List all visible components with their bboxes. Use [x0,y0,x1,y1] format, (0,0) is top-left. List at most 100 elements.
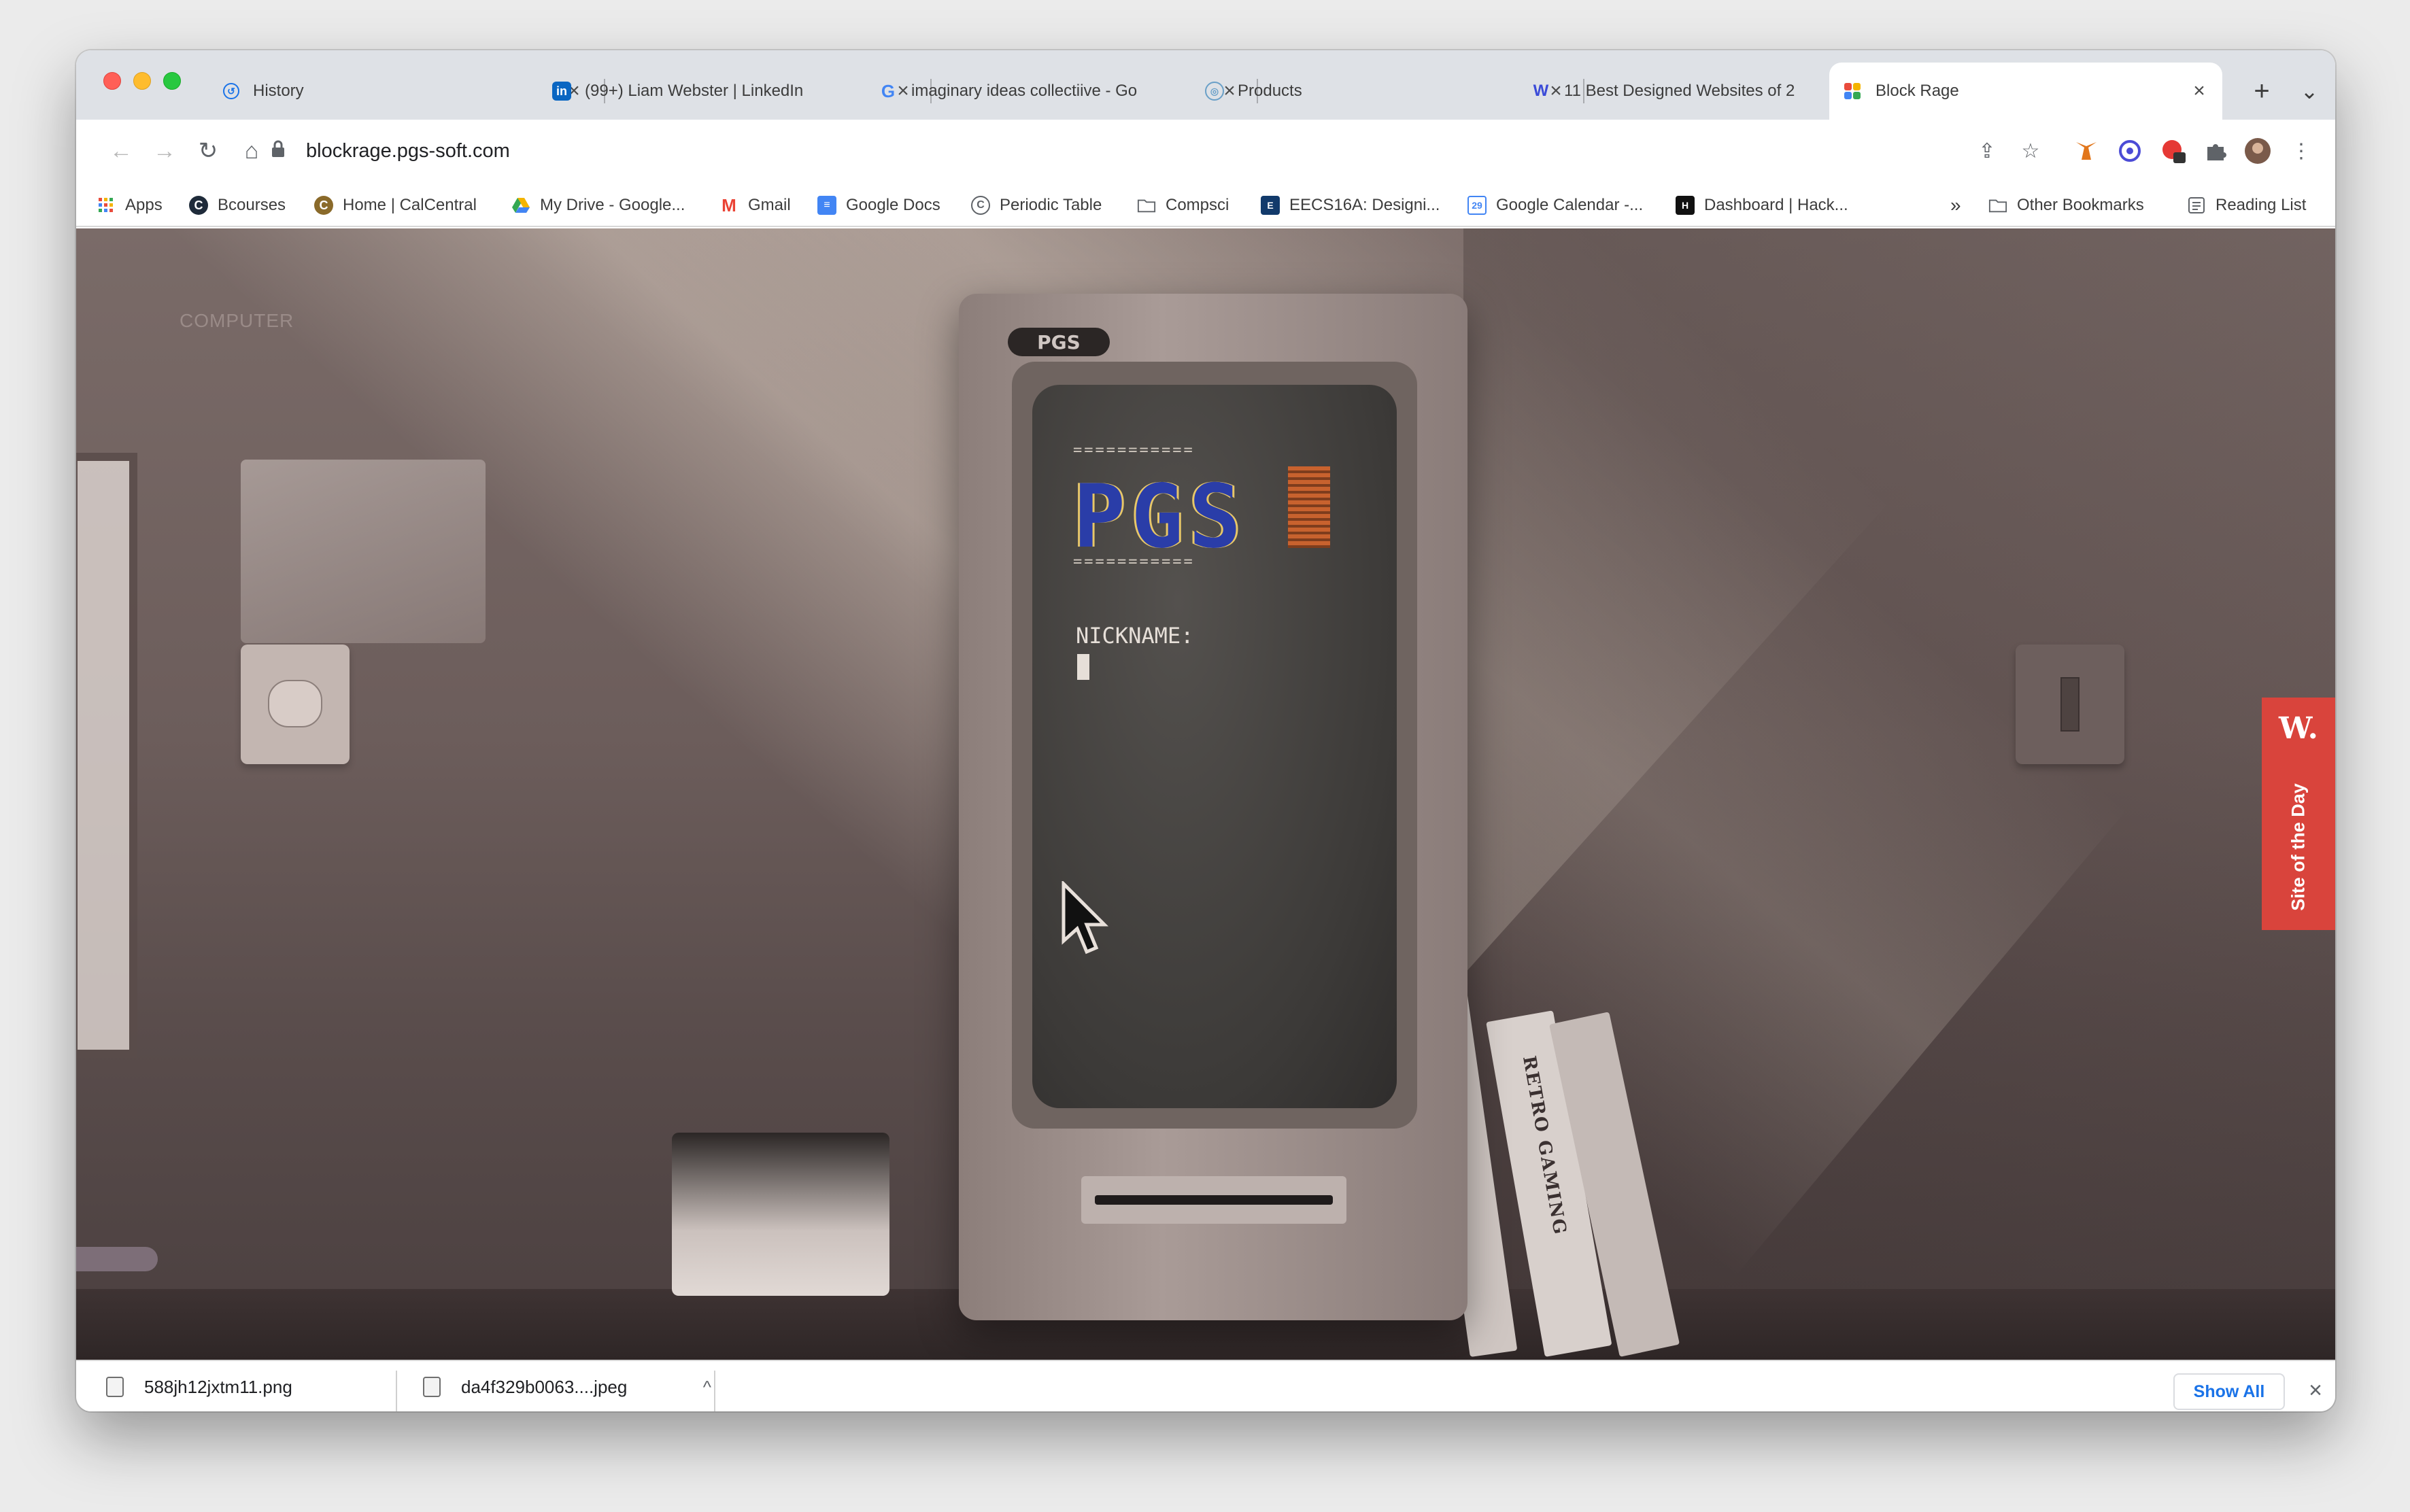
download-item[interactable]: 588jh12jxtm11.png ^ [106,1361,460,1411]
extension-circle-icon[interactable] [2116,137,2143,165]
monitor-bezel: =========== PGS =========== NICKNAME: [1012,362,1417,1129]
floppy-tray [672,1133,889,1296]
power-outlet [241,645,350,764]
wall-drawing [241,460,486,643]
crt-screen[interactable]: =========== PGS =========== NICKNAME: [1032,385,1397,1108]
google-calendar-icon: 29 [1467,196,1487,215]
tab-strip: ↺ History × in (99+) Liam Webster | Link… [76,50,2335,120]
browser-menu-icon[interactable]: ⋮ [2288,137,2315,165]
computer-label: COMPUTER [180,310,294,331]
download-filename: 588jh12jxtm11.png [144,1376,292,1397]
bookmark-label: Gmail [748,196,791,214]
bookmark-label: Bcourses [218,196,286,214]
folder-icon [1988,196,2007,215]
bookmark-apps[interactable]: Apps [97,192,163,219]
tab-title: Block Rage [1876,82,1959,100]
bookmark-label: Dashboard | Hack... [1704,196,1848,214]
bcourses-icon: C [189,196,208,215]
bookmark-other-bookmarks[interactable]: Other Bookmarks [1988,192,2144,219]
bookmark-label: Reading List [2216,196,2307,214]
url-text: blockrage.pgs-soft.com [306,139,510,162]
file-icon [423,1377,441,1397]
block-rage-icon [1843,82,1862,101]
nickname-input[interactable] [1077,654,1089,680]
new-tab-button[interactable]: + [2241,63,2282,120]
bookmark-bcourses[interactable]: C Bcourses [189,192,286,219]
home-button[interactable]: ⌂ [234,133,269,169]
bookmark-google-docs[interactable]: ≡ Google Docs [817,192,940,219]
folder-icon [1137,196,1156,215]
download-item[interactable]: da4f329b0063....jpeg ^ [423,1361,777,1411]
share-icon[interactable]: ⇪ [1973,137,2001,165]
eecs-icon: E [1261,196,1280,215]
chevron-up-icon[interactable]: ^ [703,1377,711,1398]
bookmark-compsci[interactable]: Compsci [1137,192,1229,219]
mouse-pointer-icon [1062,881,1108,955]
minimize-window-button[interactable] [133,72,151,90]
profile-avatar[interactable] [2244,137,2271,165]
address-bar[interactable]: blockrage.pgs-soft.com [267,126,2021,175]
forward-button[interactable]: → [147,133,182,169]
close-icon[interactable]: × [2190,80,2209,103]
w-icon: W [1533,82,1549,100]
reload-button[interactable]: ↻ [190,133,226,169]
bookmarks-bar: Apps C Bcourses C Home | CalCentral My D… [76,184,2335,227]
hack-icon: H [1676,196,1695,215]
bookmark-label: Google Docs [846,196,940,214]
calcentral-icon: C [314,196,333,215]
download-filename: da4f329b0063....jpeg [461,1376,628,1397]
extensions-puzzle-icon[interactable] [2202,137,2229,165]
bookmark-label: Other Bookmarks [2017,196,2144,214]
extension-badge-icon[interactable] [2160,137,2187,165]
bookmarks-overflow-button[interactable]: » [1950,192,1961,219]
sotd-logo: W. [2279,711,2318,746]
lock-icon[interactable] [271,140,294,162]
floppy-drive [1081,1176,1346,1224]
apps-grid-icon [97,196,116,215]
bookmark-calcentral[interactable]: C Home | CalCentral [314,192,477,219]
download-separator [396,1371,397,1411]
bookmark-my-drive[interactable]: My Drive - Google... [511,192,685,219]
tab-title: History [253,82,304,100]
gmail-icon: M [722,194,736,216]
bookmark-label: Home | CalCentral [343,196,477,214]
tab-block-rage[interactable]: Block Rage × [1829,63,2222,120]
tab-title: Products [1238,82,1302,100]
browser-window: ↺ History × in (99+) Liam Webster | Link… [76,50,2335,1411]
crayon [76,1247,158,1271]
tab-title: imaginary ideas collectiive - Go [911,82,1138,100]
bookmark-google-calendar[interactable]: 29 Google Calendar -... [1467,192,1643,219]
bookmark-label: Periodic Table [1000,196,1102,214]
toolbar: ← → ↻ ⌂ blockrage.pgs-soft.com ⇪ ☆ ⋮ [76,120,2335,184]
history-icon: ↺ [223,83,239,99]
download-bar: 588jh12jxtm11.png ^ da4f329b0063....jpeg… [76,1360,2335,1411]
bookmark-star-icon[interactable]: ☆ [2017,137,2044,165]
bookmark-eecs16a[interactable]: E EECS16A: Designi... [1261,192,1440,219]
bookmark-periodic-table[interactable]: C Periodic Table [971,192,1102,219]
nickname-label: NICKNAME: [1076,623,1194,649]
tab-search-button[interactable]: ⌄ [2289,63,2330,120]
close-window-button[interactable] [103,72,121,90]
back-button[interactable]: ← [103,133,139,169]
reading-list-button[interactable]: Reading List [2187,192,2306,219]
google-icon: G [881,80,896,101]
bookmark-gmail[interactable]: M Gmail [719,192,791,219]
bookmark-label: EECS16A: Designi... [1289,196,1440,214]
bookmark-dashboard-hack[interactable]: H Dashboard | Hack... [1676,192,1848,219]
bookmark-label: My Drive - Google... [540,196,685,214]
products-icon: ◎ [1205,82,1224,101]
google-docs-icon: ≡ [817,196,836,215]
bookmark-label: Apps [125,196,163,214]
show-all-downloads-button[interactable]: Show All [2173,1373,2285,1410]
file-icon [106,1377,124,1397]
books: RETRO GAMING [1415,935,1715,1357]
site-of-the-day-badge[interactable]: W. Site of the Day [2262,698,2335,930]
zoom-window-button[interactable] [163,72,181,90]
reading-list-icon [2187,196,2206,215]
pgs-logo: =========== PGS =========== [1073,443,1331,575]
logo-bottom-rule: =========== [1073,553,1195,570]
bookmark-label: Compsci [1166,196,1229,214]
tab-title: 11 Best Designed Websites of 2 [1564,82,1795,100]
metamask-icon[interactable] [2073,137,2100,165]
close-download-bar-icon[interactable]: × [2298,1373,2332,1407]
